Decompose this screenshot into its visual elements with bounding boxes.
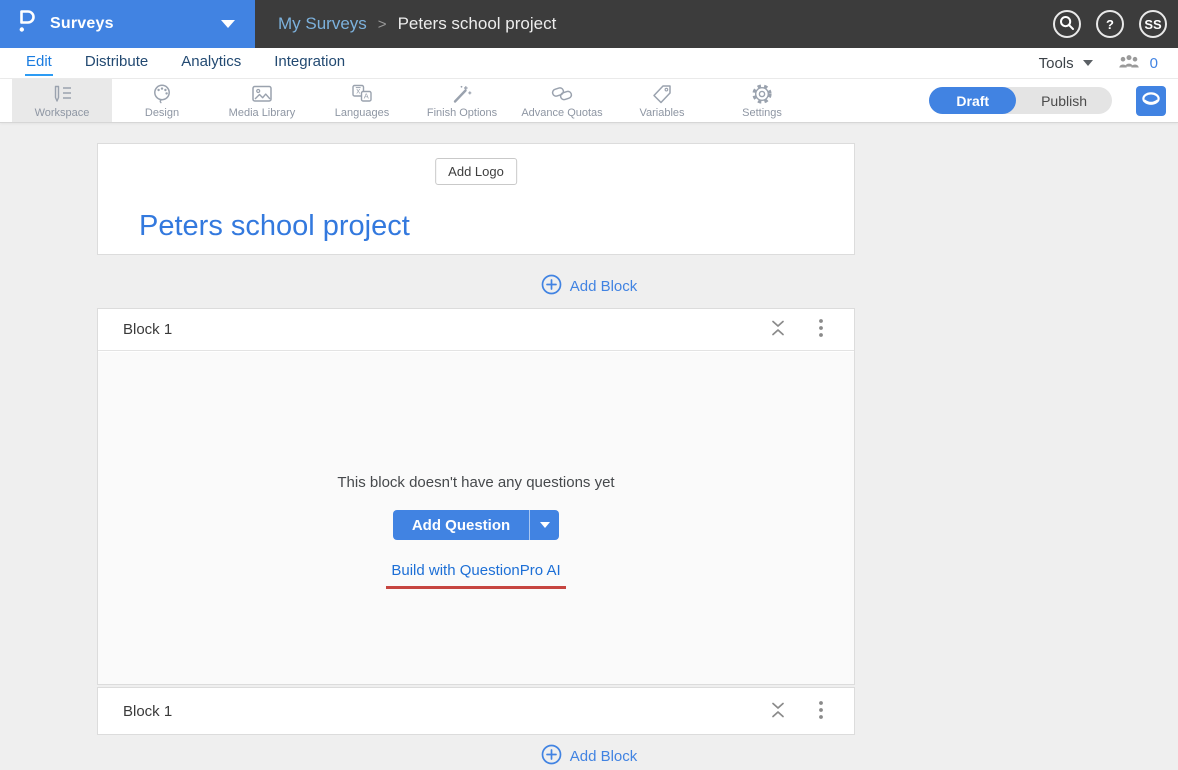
toolbar-item-workspace[interactable]: Workspace xyxy=(12,79,112,122)
topbar: Surveys My Surveys > Peters school proje… xyxy=(0,0,1178,48)
advance-quotas-icon xyxy=(549,83,575,105)
section-tabs: Edit Distribute Analytics Integration xyxy=(25,50,346,76)
block-menu-button[interactable] xyxy=(816,698,826,725)
breadcrumb-separator: > xyxy=(377,15,387,33)
toolbar-item-label: Finish Options xyxy=(426,106,498,119)
toolbar-item-advance-quotas[interactable]: Advance Quotas xyxy=(512,79,612,122)
product-label: Surveys xyxy=(50,15,114,32)
block-footer-actions xyxy=(767,698,826,725)
collapse-icon xyxy=(769,701,787,722)
toolbar-item-variables[interactable]: Variables xyxy=(612,79,712,122)
tools-dropdown[interactable]: Tools xyxy=(1039,55,1093,72)
design-icon xyxy=(150,83,174,105)
add-block-top-button[interactable]: Add Block xyxy=(0,274,1178,299)
toolbar-right: Draft Publish xyxy=(929,79,1178,122)
plus-circle-icon xyxy=(541,744,562,769)
add-question-split-button: Add Question xyxy=(392,510,560,540)
collaborators-button[interactable]: 0 xyxy=(1117,52,1158,75)
toolbar-item-label: Design xyxy=(144,106,180,119)
toolbar-item-label: Workspace xyxy=(34,106,90,119)
build-with-ai-link[interactable]: Build with QuestionPro AI xyxy=(386,562,566,589)
block-name[interactable]: Block 1 xyxy=(123,321,172,338)
draft-publish-toggle: Draft Publish xyxy=(929,87,1112,114)
section-tabbar: Edit Distribute Analytics Integration To… xyxy=(0,48,1178,79)
toolbar-item-design[interactable]: Design xyxy=(112,79,212,122)
add-question-dropdown-button[interactable] xyxy=(530,510,559,540)
add-block-bottom-button[interactable]: Add Block xyxy=(0,744,1178,769)
kebab-menu-icon xyxy=(818,700,824,723)
collapse-block-button[interactable] xyxy=(767,317,789,342)
toolbar-item-settings[interactable]: Settings xyxy=(712,79,812,122)
survey-title[interactable]: Peters school project xyxy=(139,210,410,243)
block-footer-bar: Block 1 xyxy=(97,687,855,735)
questionpro-app: Surveys My Surveys > Peters school proje… xyxy=(0,0,1178,770)
collaborators-icon xyxy=(1117,52,1141,75)
toolbar-item-label: Media Library xyxy=(228,106,296,119)
tools-label: Tools xyxy=(1038,54,1074,72)
breadcrumb: My Surveys > Peters school project xyxy=(255,14,1053,34)
collapse-icon xyxy=(769,319,787,340)
editor-toolbar: Workspace Design Media Library x A Langu… xyxy=(0,79,1178,123)
chevron-down-icon xyxy=(1082,60,1093,66)
collapse-block-button[interactable] xyxy=(767,699,789,724)
variables-icon xyxy=(650,83,674,105)
block-body: This block doesn't have any questions ye… xyxy=(98,352,854,684)
preview-button[interactable] xyxy=(1136,85,1166,116)
add-logo-button[interactable]: Add Logo xyxy=(435,158,517,185)
add-question-button[interactable]: Add Question xyxy=(393,510,529,540)
breadcrumb-current-survey: Peters school project xyxy=(397,14,557,33)
media-library-icon xyxy=(249,83,275,105)
toolbar-item-label: Advance Quotas xyxy=(521,106,603,119)
workspace-icon xyxy=(50,83,74,105)
breadcrumb-my-surveys[interactable]: My Surveys xyxy=(278,14,367,34)
toolbar-item-label: Settings xyxy=(742,106,782,119)
block-header-actions xyxy=(767,316,826,343)
toolbar-item-label: Variables xyxy=(639,106,685,119)
block-header: Block 1 xyxy=(98,309,854,351)
collaborators-count: 0 xyxy=(1149,54,1158,72)
languages-icon: x A xyxy=(349,83,375,105)
search-icon xyxy=(1059,15,1075,34)
chevron-down-icon xyxy=(539,522,550,528)
questionpro-logo-icon xyxy=(15,8,37,40)
survey-header-card: Add Logo Peters school project xyxy=(97,143,855,255)
tabbar-right: Tools 0 xyxy=(1039,52,1158,75)
tab-integration[interactable]: Integration xyxy=(273,50,346,76)
plus-circle-icon xyxy=(541,274,562,299)
toolbar-item-label: Languages xyxy=(334,106,390,119)
product-switcher[interactable]: Surveys xyxy=(0,0,255,48)
eye-icon xyxy=(1141,91,1161,111)
chevron-down-icon xyxy=(221,20,235,28)
kebab-menu-icon xyxy=(818,318,824,341)
tab-edit[interactable]: Edit xyxy=(25,50,53,76)
tab-analytics[interactable]: Analytics xyxy=(180,50,242,76)
finish-options-icon xyxy=(450,83,474,105)
toolbar-item-media-library[interactable]: Media Library xyxy=(212,79,312,122)
toolbar-item-finish-options[interactable]: Finish Options xyxy=(412,79,512,122)
tab-distribute[interactable]: Distribute xyxy=(84,50,149,76)
help-button[interactable]: ? xyxy=(1096,10,1124,38)
block-empty-message: This block doesn't have any questions ye… xyxy=(337,474,615,491)
settings-icon xyxy=(750,83,774,105)
block-name[interactable]: Block 1 xyxy=(123,703,172,720)
block-menu-button[interactable] xyxy=(816,316,826,343)
search-button[interactable] xyxy=(1053,10,1081,38)
block-card: Block 1 This block doesn't have any ques… xyxy=(97,308,855,685)
avatar[interactable]: SS xyxy=(1139,10,1167,38)
svg-text:A: A xyxy=(364,91,369,100)
topbar-actions: ? SS xyxy=(1053,10,1178,38)
toolbar-item-languages[interactable]: x A Languages xyxy=(312,79,412,122)
add-block-label: Add Block xyxy=(569,278,638,295)
publish-button[interactable]: Publish xyxy=(1016,87,1112,114)
add-block-label: Add Block xyxy=(569,748,638,765)
draft-button[interactable]: Draft xyxy=(929,87,1017,114)
